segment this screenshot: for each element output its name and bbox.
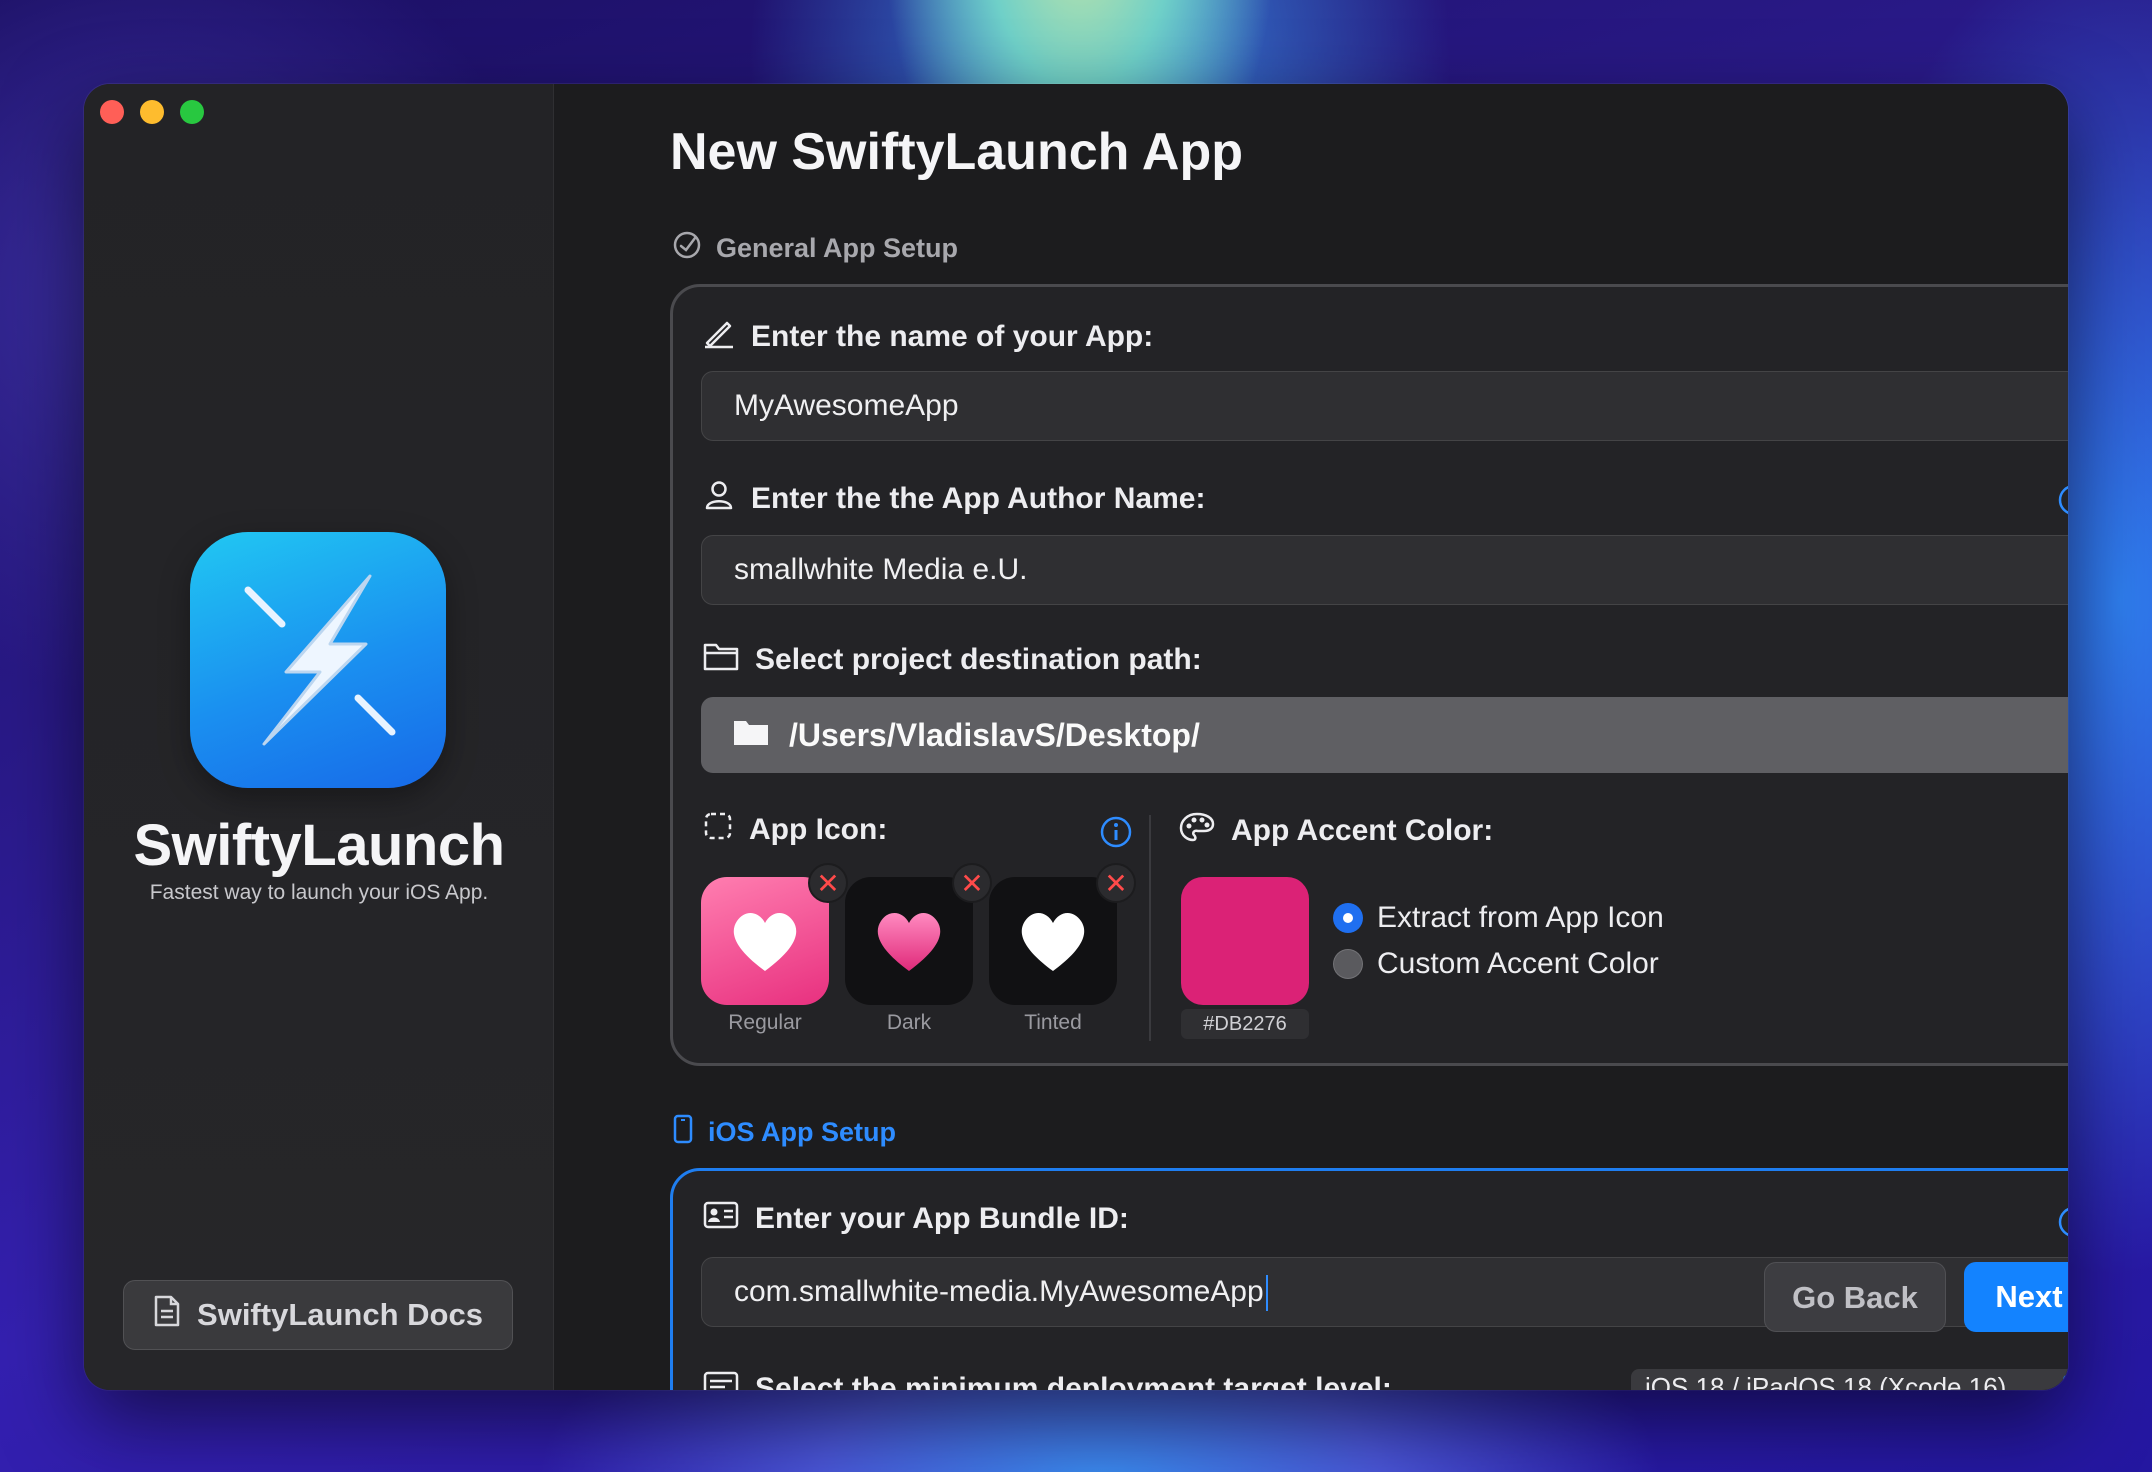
app-icon-label-text: App Icon: xyxy=(749,813,888,846)
list-icon xyxy=(703,1371,739,1390)
zoom-window-button[interactable] xyxy=(180,100,204,124)
bundle-id-label-text: Enter your App Bundle ID: xyxy=(755,1202,1129,1235)
next-button[interactable]: Next xyxy=(1964,1262,2068,1332)
docs-button[interactable]: SwiftyLaunch Docs xyxy=(123,1280,513,1350)
close-window-button[interactable] xyxy=(100,100,124,124)
author-info-icon[interactable] xyxy=(2057,483,2068,522)
radio-selected-icon xyxy=(1333,903,1363,933)
accent-color-swatch[interactable] xyxy=(1181,877,1309,1005)
swiftylaunch-logo-icon xyxy=(190,532,446,788)
custom-accent-radio[interactable]: Custom Accent Color xyxy=(1333,947,1659,981)
deployment-target-value: iOS 18 / iPadOS 18 (Xcode 16) xyxy=(1645,1372,2007,1390)
regular-icon-label: Regular xyxy=(728,1011,802,1034)
general-section-title: General App Setup xyxy=(716,233,959,263)
sidebar: SwiftyLaunch Fastest way to launch your … xyxy=(84,84,554,1390)
accent-color-label: App Accent Color: xyxy=(1179,811,1493,851)
bundle-id-info-icon[interactable] xyxy=(2057,1205,2068,1244)
app-name-input[interactable]: MyAwesomeApp xyxy=(701,371,2068,441)
app-name-label: Enter the name of your App: xyxy=(703,317,1153,357)
section-divider xyxy=(1149,815,1151,1041)
author-input[interactable]: smallwhite Media e.U. xyxy=(701,535,2068,605)
remove-regular-icon-button[interactable]: ✕ xyxy=(808,863,848,903)
pencil-icon xyxy=(703,317,735,357)
iphone-icon xyxy=(672,1114,694,1151)
remove-dark-icon-button[interactable]: ✕ xyxy=(952,863,992,903)
tinted-icon-tile[interactable] xyxy=(989,877,1117,1005)
app-icon-label: App Icon: xyxy=(703,811,887,849)
dark-icon-tile[interactable] xyxy=(845,877,973,1005)
page-title: New SwiftyLaunch App xyxy=(670,123,1243,181)
chevron-up-down-icon xyxy=(2063,1374,2068,1390)
general-setup-card: Enter the name of your App: MyAwesomeApp… xyxy=(670,284,2068,1066)
app-icon-info-icon[interactable] xyxy=(1099,815,1133,854)
ios-section-title: iOS App Setup xyxy=(708,1117,896,1147)
author-label: Enter the the App Author Name: xyxy=(703,479,1205,519)
accent-hex-label: #DB2276 xyxy=(1181,1009,1309,1039)
brand-name: SwiftyLaunch xyxy=(133,813,505,878)
destination-path-picker[interactable]: /Users/VladislavS/Desktop/ xyxy=(701,697,2068,773)
ios-section-header: iOS App Setup xyxy=(672,1114,896,1151)
radio-unselected-icon xyxy=(1333,949,1363,979)
custom-accent-label: Custom Accent Color xyxy=(1377,947,1659,980)
deployment-target-label: Select the minimum deployment target lev… xyxy=(703,1371,1392,1390)
person-icon xyxy=(703,479,735,519)
extract-from-icon-label: Extract from App Icon xyxy=(1377,901,1664,934)
dark-icon-label: Dark xyxy=(886,1011,932,1034)
id-card-icon xyxy=(703,1201,739,1237)
app-name-label-text: Enter the name of your App: xyxy=(751,320,1154,353)
window-controls xyxy=(100,100,204,124)
folder-icon xyxy=(733,717,769,754)
go-back-button[interactable]: Go Back xyxy=(1764,1262,1946,1332)
heart-icon xyxy=(1021,912,1085,971)
deployment-target-label-text: Select the minimum deployment target lev… xyxy=(755,1372,1392,1390)
author-label-text: Enter the the App Author Name: xyxy=(751,482,1206,515)
heart-icon xyxy=(733,912,797,971)
accent-color-label-text: App Accent Color: xyxy=(1231,814,1494,847)
minimize-window-button[interactable] xyxy=(140,100,164,124)
heart-icon xyxy=(877,912,941,971)
remove-tinted-icon-button[interactable]: ✕ xyxy=(1096,863,1136,903)
gauge-check-icon xyxy=(672,230,702,267)
path-label: Select project destination path: xyxy=(703,641,1202,679)
path-label-text: Select project destination path: xyxy=(755,643,1202,676)
regular-icon-tile[interactable] xyxy=(701,877,829,1005)
general-section-header: General App Setup xyxy=(672,230,958,267)
destination-path-value: /Users/VladislavS/Desktop/ xyxy=(789,716,1200,753)
docs-button-label: SwiftyLaunch Docs xyxy=(197,1297,483,1332)
brand-tagline: Fastest way to launch your iOS App. xyxy=(149,881,489,904)
deployment-target-select[interactable]: iOS 18 / iPadOS 18 (Xcode 16) xyxy=(1631,1369,2068,1390)
main-panel: New SwiftyLaunch App General App Setup E… xyxy=(554,84,2068,1390)
folder-outline-icon xyxy=(703,641,739,679)
dashed-square-icon xyxy=(703,811,733,849)
text-cursor xyxy=(1265,1275,1268,1312)
bundle-id-value: com.smallwhite-media.MyAwesomeApp xyxy=(734,1275,1264,1308)
palette-icon xyxy=(1179,811,1215,851)
tinted-icon-label: Tinted xyxy=(1024,1011,1082,1034)
extract-from-icon-radio[interactable]: Extract from App Icon xyxy=(1333,901,1664,935)
app-window: SwiftyLaunch Fastest way to launch your … xyxy=(84,84,2068,1390)
bundle-id-label: Enter your App Bundle ID: xyxy=(703,1201,1129,1237)
document-icon xyxy=(153,1295,181,1335)
